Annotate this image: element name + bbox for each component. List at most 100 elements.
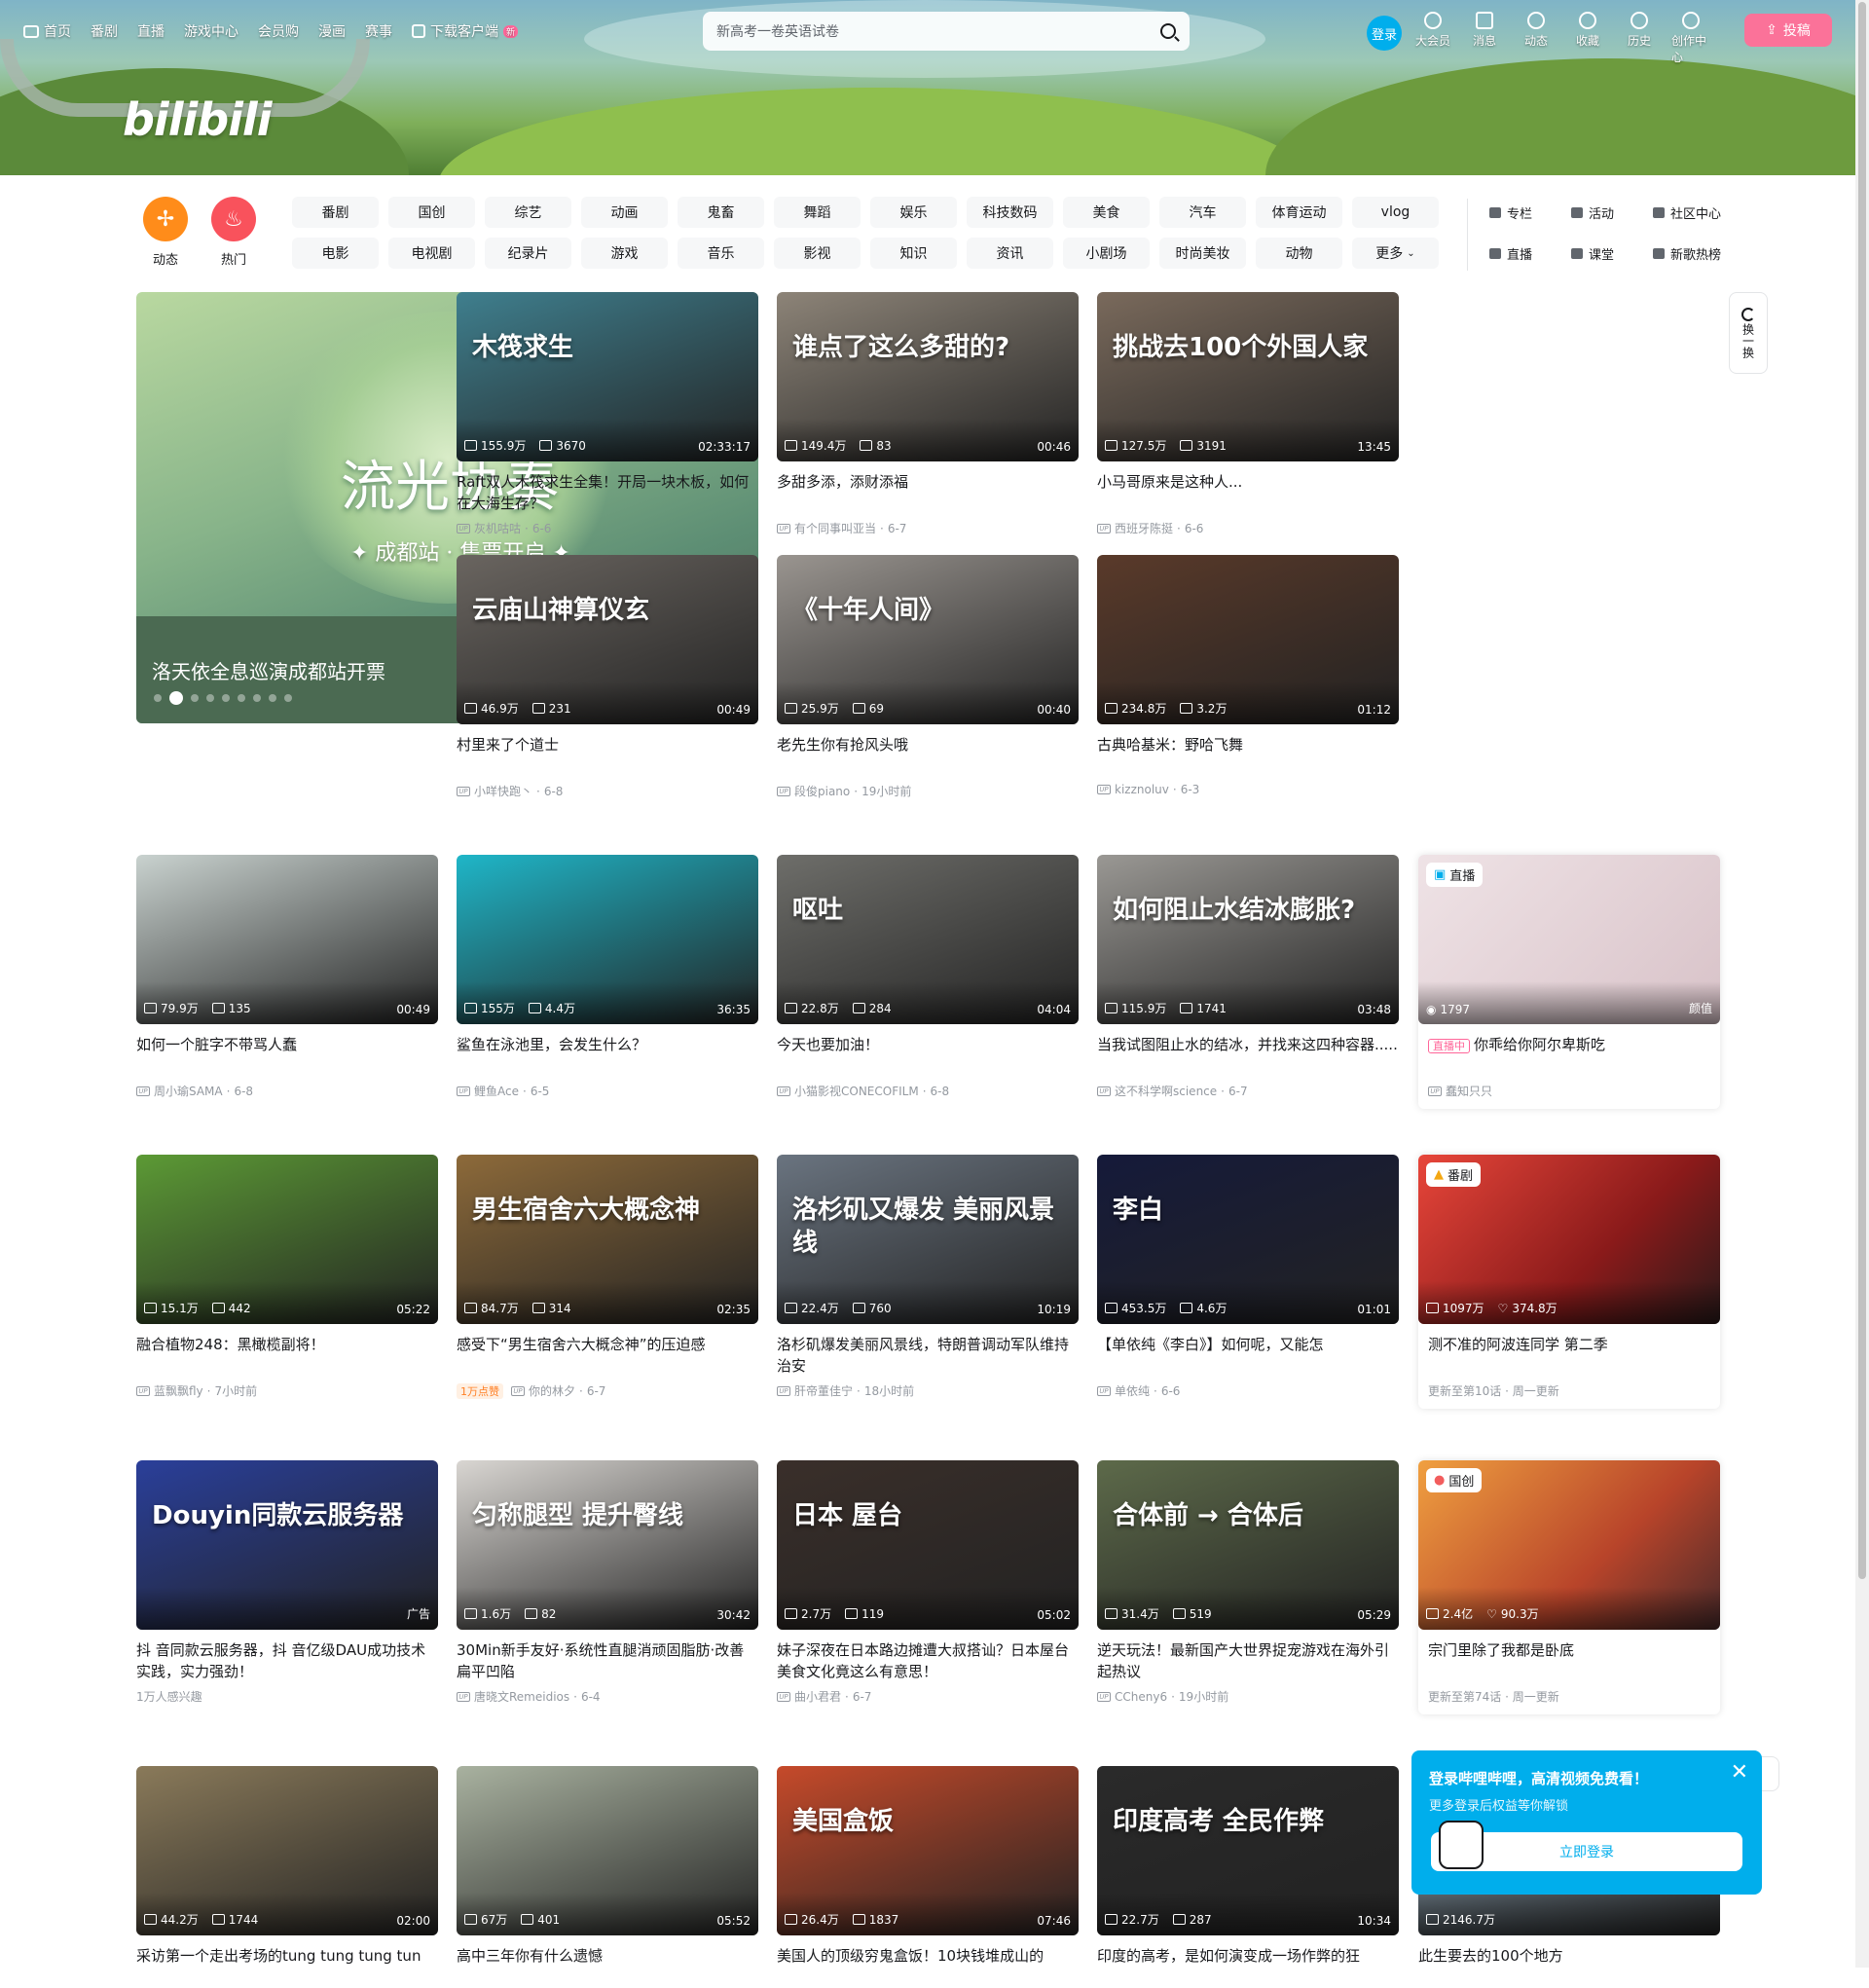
video-card[interactable]: 美国盒饭 26.4万 1837 07:46 美国人的顶级穷鬼盒饭！10块钱堆成山的 bbox=[777, 1766, 1079, 1988]
carousel-dot[interactable] bbox=[253, 694, 261, 702]
uploader[interactable]: UP 肝帝董佳宁 · 18小时前 bbox=[777, 1382, 1079, 1399]
video-thumbnail[interactable]: 合体前 → 合体后 31.4万 519 05:29 bbox=[1097, 1460, 1399, 1630]
uploader[interactable]: UP 蓝飘飘fly · 7小时前 bbox=[136, 1382, 438, 1399]
video-title[interactable]: 古典哈基米：野哈飞舞 bbox=[1097, 734, 1399, 777]
uploader[interactable]: UP 灰机咕咕 · 6-6 bbox=[457, 520, 758, 536]
upload-button[interactable]: ⇪ 投稿 bbox=[1744, 14, 1832, 47]
close-icon[interactable]: ✕ bbox=[1731, 1760, 1748, 1785]
video-card[interactable]: 《十年人间》 25.9万 69 00:40 老先生你有抢风头哦 UP 段俊piano · 1… bbox=[777, 555, 1079, 799]
channel-item[interactable]: 国创 bbox=[388, 197, 475, 228]
video-thumbnail[interactable]: 155万 4.4万 36:35 bbox=[457, 855, 758, 1024]
video-title[interactable]: 今天也要加油！ bbox=[777, 1034, 1079, 1077]
video-thumbnail[interactable]: 呕吐 22.8万 284 04:04 bbox=[777, 855, 1079, 1024]
channel-hot[interactable]: ♨ 热门 bbox=[204, 197, 263, 268]
carousel-dot[interactable] bbox=[238, 694, 245, 702]
search-input[interactable]: 新高考一卷英语试卷 bbox=[716, 21, 839, 41]
nav-esports[interactable]: 赛事 bbox=[365, 21, 392, 41]
video-title[interactable]: 采访第一个走出考场的tung tung tung tun bbox=[136, 1945, 438, 1988]
video-thumbnail[interactable]: ▣ 直播 ◉ 1797 颜值 bbox=[1418, 855, 1720, 1024]
video-title[interactable]: 美国人的顶级穷鬼盒饭！10块钱堆成山的 bbox=[777, 1945, 1079, 1988]
channel-item[interactable]: 音乐 bbox=[678, 238, 764, 269]
video-title[interactable]: 印度的高考，是如何演变成一场作弊的狂 bbox=[1097, 1945, 1399, 1988]
video-title[interactable]: 直播中 你乖给你阿尔卑斯吃 bbox=[1418, 1034, 1720, 1077]
video-card[interactable]: 木筏求生 155.9万 3670 02:33:17 Raft双人木筏求生全集！开局一块木… bbox=[457, 292, 758, 536]
channel-item[interactable]: 汽车 bbox=[1159, 197, 1246, 228]
carousel-dot[interactable] bbox=[191, 694, 199, 702]
channel-item[interactable]: 电影 bbox=[292, 238, 379, 269]
video-thumbnail[interactable]: 印度高考 全民作弊 22.7万 287 10:34 bbox=[1097, 1766, 1399, 1935]
uploader[interactable]: UP 单依纯 · 6-6 bbox=[1097, 1382, 1399, 1399]
channel-item[interactable]: vlog bbox=[1352, 197, 1439, 228]
video-card[interactable]: Douyin同款云服务器 广告抖 音同款云服务器，抖 音亿级DAU成功技术实践，实… bbox=[136, 1460, 438, 1705]
video-card[interactable]: 67万 401 05:52 高中三年你有什么遗憾 bbox=[457, 1766, 758, 1988]
uploader[interactable]: UP 周小瑜SAMA · 6-8 bbox=[136, 1083, 438, 1099]
channel-item[interactable]: 纪录片 bbox=[485, 238, 571, 269]
video-card[interactable]: 44.2万 1744 02:00 采访第一个走出考场的tung tung tung t… bbox=[136, 1766, 438, 1988]
nav-game-center[interactable]: 游戏中心 bbox=[184, 21, 238, 41]
video-card[interactable]: 79.9万 135 00:49 如何一个脏字不带骂人蠢 UP 周小瑜SAMA · 6-8 bbox=[136, 855, 438, 1099]
video-title[interactable]: 洛杉矶爆发美丽风景线，特朗普调动军队维持治安 bbox=[777, 1334, 1079, 1377]
video-title[interactable]: 村里来了个道士 bbox=[457, 734, 758, 777]
bangumi-card[interactable]: ▲ 番剧 1097万 ♡ 374.8万 测不准的阿波连同学 第二季 更新至第10话 ·… bbox=[1418, 1155, 1720, 1409]
channel-item[interactable]: 综艺 bbox=[485, 197, 571, 228]
uploader[interactable]: UP 段俊piano · 19小时前 bbox=[777, 783, 1079, 799]
dynamics-link[interactable]: 动态 bbox=[1517, 12, 1556, 65]
uploader[interactable]: UP 曲小君君 · 6-7 bbox=[777, 1688, 1079, 1705]
messages-link[interactable]: 消息 bbox=[1465, 12, 1504, 65]
nav-mall[interactable]: 会员购 bbox=[258, 21, 299, 41]
live-card[interactable]: ▣ 直播 ◉ 1797 颜值 直播中 你乖给你阿尔卑斯吃 UP 蠢知只只 bbox=[1418, 855, 1720, 1109]
channel-item[interactable]: 资讯 bbox=[967, 238, 1053, 269]
video-card[interactable]: 印度高考 全民作弊 22.7万 287 10:34 印度的高考，是如何演变成一场作弊的狂 bbox=[1097, 1766, 1399, 1988]
nav-manga[interactable]: 漫画 bbox=[318, 21, 346, 41]
side-link-community[interactable]: 社区中心 bbox=[1653, 197, 1731, 228]
channel-item[interactable]: 娱乐 bbox=[870, 197, 957, 228]
history-link[interactable]: 历史 bbox=[1620, 12, 1659, 65]
video-thumbnail[interactable]: 挑战去100个外国人家 127.5万 3191 13:45 bbox=[1097, 292, 1399, 461]
video-title[interactable]: 高中三年你有什么遗憾 bbox=[457, 1945, 758, 1988]
video-title[interactable]: 多甜多添，添财添福 bbox=[777, 471, 1079, 514]
carousel-caption[interactable]: 洛天依全息巡演成都站开票 bbox=[152, 656, 385, 684]
channel-item[interactable]: 知识 bbox=[870, 238, 957, 269]
video-card[interactable]: 日本 屋台 2.7万 119 05:02 妹子深夜在日本路边摊遭大叔搭讪？日本屋台美食文… bbox=[777, 1460, 1079, 1705]
side-link-live[interactable]: 直播 bbox=[1489, 238, 1567, 269]
video-card[interactable]: 李白 453.5万 4.6万 01:01 【单依纯《李白》】如何呢，又能怎 UP 单依纯 ·… bbox=[1097, 1155, 1399, 1399]
channel-item[interactable]: 科技数码 bbox=[967, 197, 1053, 228]
video-card[interactable]: 234.8万 3.2万 01:12 古典哈基米：野哈飞舞 UP kizznoluv · 6… bbox=[1097, 555, 1399, 796]
channel-dynamic[interactable]: ✢ 动态 bbox=[136, 197, 195, 268]
video-thumbnail[interactable]: 如何阻止水结冰膨胀? 115.9万 1741 03:48 bbox=[1097, 855, 1399, 1024]
uploader[interactable]: UP 有个同事叫亚当 · 6-7 bbox=[777, 520, 1079, 536]
video-thumbnail[interactable]: 匀称腿型 提升臀线 1.6万 82 30:42 bbox=[457, 1460, 758, 1630]
channel-item[interactable]: 时尚美妆 bbox=[1159, 238, 1246, 269]
uploader[interactable]: 1万人感兴趣 bbox=[136, 1688, 438, 1705]
channel-item[interactable]: 影视 bbox=[774, 238, 861, 269]
video-card[interactable]: 男生宿舍六大概念神 84.7万 314 02:35 感受下“男生宿舍六大概念神”的压迫感… bbox=[457, 1155, 758, 1399]
carousel-dot[interactable] bbox=[284, 694, 292, 702]
nav-live[interactable]: 直播 bbox=[137, 21, 165, 41]
uploader[interactable]: UP kizznoluv · 6-3 bbox=[1097, 783, 1399, 796]
video-title[interactable]: 【单依纯《李白》】如何呢，又能怎 bbox=[1097, 1334, 1399, 1377]
uploader[interactable]: UP 西班牙陈挺 · 6-6 bbox=[1097, 520, 1399, 536]
video-title[interactable]: 30Min新手友好·系统性直腿消顽固脂肪·改善扁平凹陷 bbox=[457, 1639, 758, 1682]
video-thumbnail[interactable]: 234.8万 3.2万 01:12 bbox=[1097, 555, 1399, 724]
video-card[interactable]: 谁点了这么多甜的? 149.4万 83 00:46 多甜多添，添财添福 UP 有个同事叫亚当… bbox=[777, 292, 1079, 536]
uploader[interactable]: UP 唐晓文Remeidios · 6-4 bbox=[457, 1688, 758, 1705]
nav-bangumi[interactable]: 番剧 bbox=[91, 21, 118, 41]
channel-item[interactable]: 小剧场 bbox=[1063, 238, 1150, 269]
uploader[interactable]: UP 鲤鱼Ace · 6-5 bbox=[457, 1083, 758, 1099]
video-thumbnail[interactable]: 谁点了这么多甜的? 149.4万 83 00:46 bbox=[777, 292, 1079, 461]
video-title[interactable]: 宗门里除了我都是卧底 bbox=[1418, 1639, 1720, 1682]
vip-link[interactable]: 大会员 bbox=[1413, 12, 1452, 65]
video-title[interactable]: 小马哥原来是这种人... bbox=[1097, 471, 1399, 514]
side-link-column[interactable]: 专栏 bbox=[1489, 197, 1567, 228]
video-title[interactable]: 如何一个脏字不带骂人蠢 bbox=[136, 1034, 438, 1077]
video-title[interactable]: 抖 音同款云服务器，抖 音亿级DAU成功技术实践，实力强劲！ bbox=[136, 1639, 438, 1682]
carousel-dot[interactable] bbox=[269, 694, 276, 702]
channel-item[interactable]: 鬼畜 bbox=[678, 197, 764, 228]
video-title[interactable]: 妹子深夜在日本路边摊遭大叔搭讪？日本屋台美食文化竟这么有意思！ bbox=[777, 1639, 1079, 1682]
nav-download[interactable]: 下载客户端新 bbox=[412, 21, 519, 41]
channel-item[interactable]: 美食 bbox=[1063, 197, 1150, 228]
carousel-dot[interactable] bbox=[154, 694, 162, 702]
video-title[interactable]: Raft双人木筏求生全集！开局一块木板，如何在大海生存？ bbox=[457, 471, 758, 514]
video-thumbnail[interactable]: 15.1万 442 05:22 bbox=[136, 1155, 438, 1324]
channel-item[interactable]: 游戏 bbox=[581, 238, 668, 269]
